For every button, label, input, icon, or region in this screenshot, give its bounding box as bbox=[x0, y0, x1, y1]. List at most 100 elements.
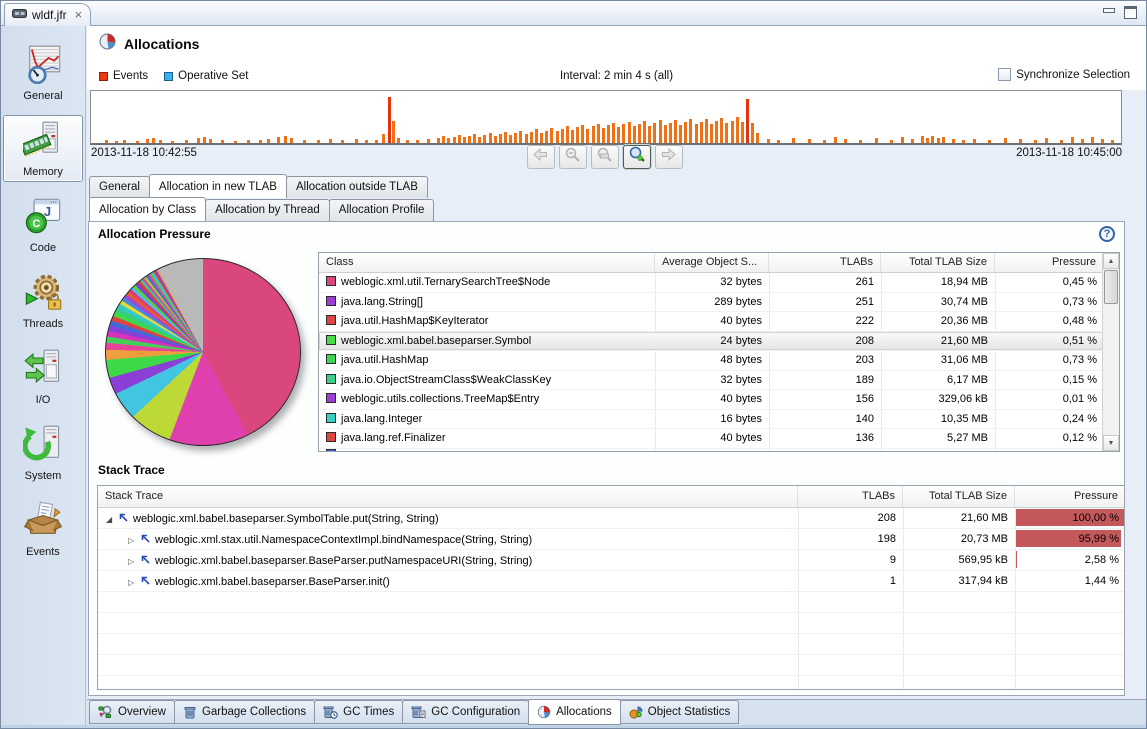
memory-icon bbox=[20, 121, 63, 164]
arrow-left-icon bbox=[532, 147, 549, 167]
class-color-swatch bbox=[326, 448, 336, 451]
stack-trace-row[interactable]: ◢ weblogic.xml.babel.baseparser.SymbolTab… bbox=[98, 508, 1124, 529]
collapsed-arrow-icon[interactable]: ▷ bbox=[128, 557, 140, 566]
expanded-arrow-icon[interactable]: ◢ bbox=[106, 515, 118, 524]
file-tab[interactable]: wldf.jfr × bbox=[4, 3, 92, 26]
minimize-icon[interactable] bbox=[1103, 8, 1115, 13]
table-row[interactable]: java.io.ObjectStreamClass$WeakClassKey 32… bbox=[319, 371, 1104, 390]
column-header-average-object-s[interactable]: Average Object S... bbox=[655, 253, 769, 272]
vertical-scrollbar[interactable]: ▲ ▼ bbox=[1102, 253, 1119, 451]
sidebar-item-i-o[interactable]: I/O bbox=[3, 343, 83, 410]
stack-trace-row[interactable]: ▷ weblogic.xml.stax.util.NamespaceContext… bbox=[98, 529, 1124, 550]
arrow-right-icon bbox=[660, 147, 677, 167]
help-icon[interactable]: ? bbox=[1099, 226, 1115, 242]
timeline-bar bbox=[900, 137, 904, 143]
collapsed-arrow-icon[interactable]: ▷ bbox=[128, 578, 140, 587]
sidebar-item-system[interactable]: System bbox=[3, 419, 83, 486]
timeline-chart[interactable] bbox=[90, 90, 1122, 145]
avg-cell: 16 bytes bbox=[720, 412, 762, 425]
stack-frame-cell: ▷ weblogic.xml.babel.baseparser.BaseParse… bbox=[128, 576, 390, 588]
class-cell: java.lang.ref.Finalizer bbox=[319, 429, 655, 448]
bottom-tab-garbage-collections[interactable]: Garbage Collections bbox=[173, 700, 316, 724]
stack-trace-row[interactable]: ▷ weblogic.xml.babel.baseparser.BaseParse… bbox=[98, 550, 1124, 571]
column-header-tlabs[interactable]: TLABs bbox=[769, 253, 881, 272]
sidebar-item-general[interactable]: General bbox=[3, 39, 83, 106]
bottom-tab-overview[interactable]: Overview bbox=[89, 700, 175, 724]
tab-allocation-in-new-tlab[interactable]: Allocation in new TLAB bbox=[148, 174, 287, 198]
scroll-down-icon[interactable]: ▼ bbox=[1103, 435, 1119, 451]
tlabs-cell: 208 bbox=[877, 512, 896, 524]
column-header-pressure[interactable]: Pressure bbox=[995, 253, 1104, 272]
bottom-tab-gc-configuration[interactable]: GC Configuration bbox=[402, 700, 530, 724]
avg-cell: 24 bytes bbox=[720, 334, 762, 347]
forward-button[interactable] bbox=[654, 145, 683, 169]
scrollbar-thumb[interactable] bbox=[1104, 270, 1118, 304]
avg-cell: 40 bytes bbox=[720, 432, 762, 444]
timeline-bar bbox=[1019, 139, 1023, 143]
maximize-icon[interactable] bbox=[1124, 6, 1137, 19]
allocation-view-tab-row: Allocation by Class Allocation by Thread A… bbox=[89, 197, 435, 221]
back-button[interactable] bbox=[526, 145, 555, 169]
column-header-total-tlab-size[interactable]: Total TLAB Size bbox=[881, 253, 995, 272]
collapsed-arrow-icon[interactable]: ▷ bbox=[128, 536, 140, 545]
avg-cell: 40 bytes bbox=[720, 393, 762, 405]
pressure-cell: 0,24 % bbox=[1062, 412, 1097, 425]
timeline-bar bbox=[658, 120, 662, 143]
stack-frame-cell: ◢ weblogic.xml.babel.baseparser.SymbolTab… bbox=[106, 513, 439, 525]
tab-general[interactable]: General bbox=[89, 176, 150, 198]
stack-frame-cell: ▷ weblogic.xml.babel.baseparser.BaseParse… bbox=[128, 555, 533, 567]
table-row[interactable]: weblogic.utils.collections.TreeMap$Entry… bbox=[319, 390, 1104, 410]
page-header: Allocations bbox=[87, 26, 1146, 62]
sidebar-item-threads[interactable]: Threads bbox=[3, 267, 83, 334]
objstats-icon bbox=[629, 705, 643, 719]
table-row[interactable]: weblogic.xml.babel.baseparser.Symbol 24 b… bbox=[319, 331, 1104, 351]
size-cell: 317,94 kB bbox=[958, 575, 1008, 587]
table-header: Class Average Object S... TLABs Total TLAB … bbox=[319, 253, 1119, 273]
sidebar-item-code[interactable]: J C Code bbox=[3, 191, 83, 258]
interval-label: Interval: 2 min 4 s (all) bbox=[559, 70, 674, 82]
table-row[interactable]: java.util.HashMap 48 bytes 203 31,06 MB 0,73… bbox=[319, 351, 1104, 371]
tab-allocation-outside-tlab[interactable]: Allocation outside TLAB bbox=[285, 176, 428, 198]
timeline-bar bbox=[1091, 136, 1095, 143]
column-header-class[interactable]: Class bbox=[319, 253, 655, 272]
timeline-bar bbox=[576, 127, 580, 143]
synchronize-selection-checkbox[interactable] bbox=[998, 68, 1012, 81]
table-row[interactable]: java.util.HashMap$KeyIterator 40 bytes 222… bbox=[319, 312, 1104, 332]
timeline-bar bbox=[715, 121, 719, 143]
stack-trace-row[interactable]: ▷ weblogic.xml.babel.baseparser.BaseParse… bbox=[98, 571, 1124, 592]
column-header-stack-trace[interactable]: Stack Trace bbox=[98, 486, 798, 507]
sidebar-item-memory[interactable]: Memory bbox=[3, 115, 83, 182]
tab-allocation-by-class[interactable]: Allocation by Class bbox=[89, 197, 207, 221]
bottom-tab-allocations[interactable]: Allocations bbox=[528, 699, 621, 725]
empty-row bbox=[98, 592, 1124, 613]
bottom-tab-object-statistics[interactable]: Object Statistics bbox=[619, 700, 740, 724]
pressure-cell: 95,99 % bbox=[1015, 529, 1124, 549]
column-header-tlabs[interactable]: TLABs bbox=[798, 486, 903, 507]
zoom-out-button[interactable] bbox=[558, 145, 587, 169]
table-row[interactable]: java.lang.Integer 16 bytes 140 10,35 MB 0,24… bbox=[319, 410, 1104, 429]
timeline-bar bbox=[316, 139, 320, 143]
bottom-tab-gc-times[interactable]: GC Times bbox=[314, 700, 404, 724]
sidebar-item-label: Threads bbox=[22, 318, 64, 330]
table-row[interactable]: java.lang.ref.Finalizer 40 bytes 136 5,27 M… bbox=[319, 429, 1104, 449]
timeline-bar bbox=[391, 121, 395, 143]
column-header-total-tlab-size[interactable]: Total TLAB Size bbox=[903, 486, 1015, 507]
tlabs-cell: 251 bbox=[855, 295, 874, 308]
zoom-selection-button[interactable] bbox=[590, 145, 619, 169]
table-row[interactable]: weblogic.xml.util.TernarySearchTree$Node… bbox=[319, 273, 1104, 293]
timeline-bar bbox=[936, 137, 940, 143]
sidebar-item-events[interactable]: Events bbox=[3, 495, 83, 562]
zoom-in-button[interactable] bbox=[622, 145, 651, 169]
column-header-pressure[interactable]: Pressure bbox=[1015, 486, 1124, 507]
timeline-bar bbox=[483, 135, 487, 143]
close-icon[interactable]: × bbox=[75, 8, 83, 21]
table-row[interactable]: java.lang.String[] 289 bytes 251 30,74 MB 0,… bbox=[319, 293, 1104, 312]
timeline-bar bbox=[289, 138, 293, 143]
timeline-bar bbox=[931, 135, 935, 143]
tab-allocation-profile[interactable]: Allocation Profile bbox=[328, 199, 435, 221]
allocation-pie-chart[interactable] bbox=[105, 258, 301, 446]
tab-allocation-by-thread[interactable]: Allocation by Thread bbox=[205, 199, 330, 221]
timeline-bar bbox=[699, 121, 703, 143]
stack-frame-icon bbox=[140, 555, 150, 567]
scroll-up-icon[interactable]: ▲ bbox=[1103, 253, 1119, 269]
